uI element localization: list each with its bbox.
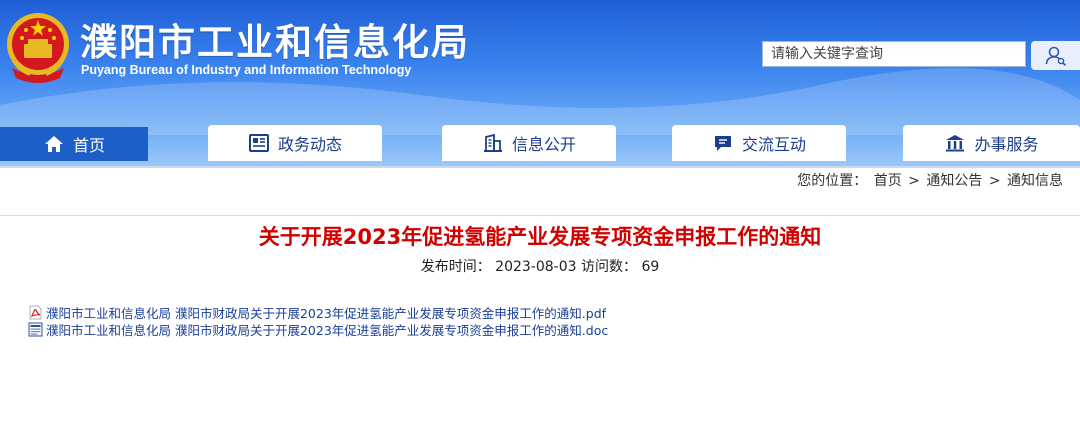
nav-tab-interaction[interactable]: 交流互动: [672, 125, 846, 161]
attachment-link-doc[interactable]: 濮阳市工业和信息化局 濮阳市财政局关于开展2023年促进氢能产业发展专项资金申报…: [46, 320, 608, 339]
publish-date: 2023-08-03: [495, 259, 577, 275]
site-title: 濮阳市工业和信息化局: [80, 21, 470, 64]
nav-divider: [0, 166, 1080, 168]
national-emblem-logo: [7, 13, 69, 83]
nav-tab-news[interactable]: 政务动态: [208, 125, 382, 161]
content-divider: [0, 215, 1080, 216]
nav-tab-label: 首页: [72, 136, 105, 155]
government-building-icon: [946, 135, 965, 152]
breadcrumb-item-notice-info[interactable]: 通知信息: [1007, 173, 1063, 189]
breadcrumb-prefix: 您的位置：: [797, 173, 868, 189]
breadcrumb-separator: >: [908, 173, 920, 189]
nav-tab-label: 信息公开: [511, 135, 576, 154]
publish-label: 发布时间：: [420, 259, 491, 275]
site-subtitle: Puyang Bureau of Industry and Informatio…: [81, 63, 412, 77]
user-search-icon: [1045, 46, 1066, 66]
breadcrumb-item-notices[interactable]: 通知公告: [926, 173, 982, 189]
nav-tab-label: 交流互动: [741, 135, 806, 154]
breadcrumb-item-home[interactable]: 首页: [874, 173, 902, 189]
word-file-icon: [28, 322, 43, 337]
visits-count: 69: [641, 259, 660, 275]
pdf-file-icon: [29, 305, 42, 320]
chat-icon: [714, 136, 731, 151]
nav-tab-label: 办事服务: [974, 135, 1039, 154]
nav-tab-label: 政务动态: [277, 135, 342, 154]
building-doc-icon: [483, 133, 502, 152]
nav-tab-home[interactable]: 首页: [0, 127, 148, 161]
visits-label: 访问数：: [581, 259, 637, 275]
search-button[interactable]: [1031, 41, 1080, 70]
article-meta: 发布时间： 2023-08-03 访问数： 69: [0, 256, 1080, 276]
nav-tab-info-disclosure[interactable]: 信息公开: [442, 125, 616, 161]
nav-tab-services[interactable]: 办事服务: [903, 125, 1080, 161]
home-icon: [44, 136, 63, 152]
attachment-item[interactable]: 濮阳市工业和信息化局 濮阳市财政局关于开展2023年促进氢能产业发展专项资金申报…: [28, 320, 608, 339]
search-input[interactable]: [762, 41, 1026, 67]
newspaper-icon: [248, 134, 269, 152]
breadcrumb: 您的位置： 首页 > 通知公告 > 通知信息: [796, 170, 1064, 190]
article-title: 关于开展2023年促进氢能产业发展专项资金申报工作的通知: [258, 225, 822, 249]
breadcrumb-separator: >: [988, 173, 1001, 189]
